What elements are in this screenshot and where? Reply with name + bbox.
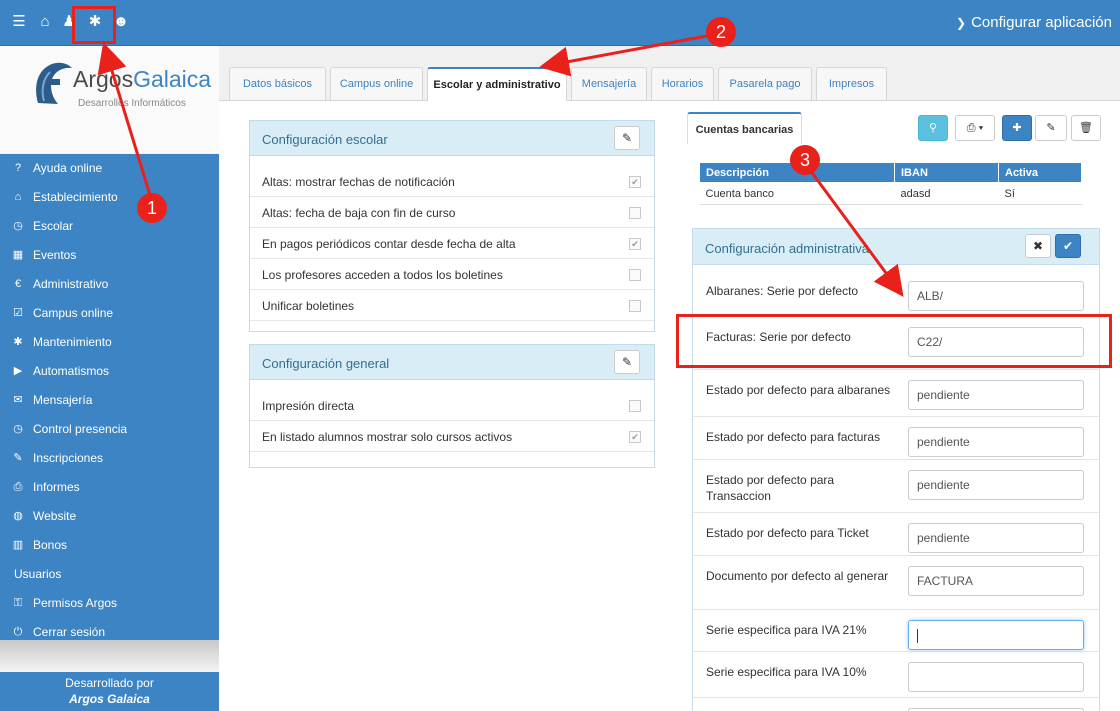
annotation-arrow-3: [808, 169, 904, 297]
highlight-gear-icon: [72, 6, 116, 44]
annotation-arrow-2: [539, 33, 713, 77]
annotation-marker-3: 3: [790, 145, 820, 175]
annotation-marker-1: 1: [137, 193, 167, 223]
highlight-invoice-series: [676, 314, 1112, 368]
annotation-arrow-1: [97, 42, 152, 196]
annotation-marker-2: 2: [706, 17, 736, 47]
